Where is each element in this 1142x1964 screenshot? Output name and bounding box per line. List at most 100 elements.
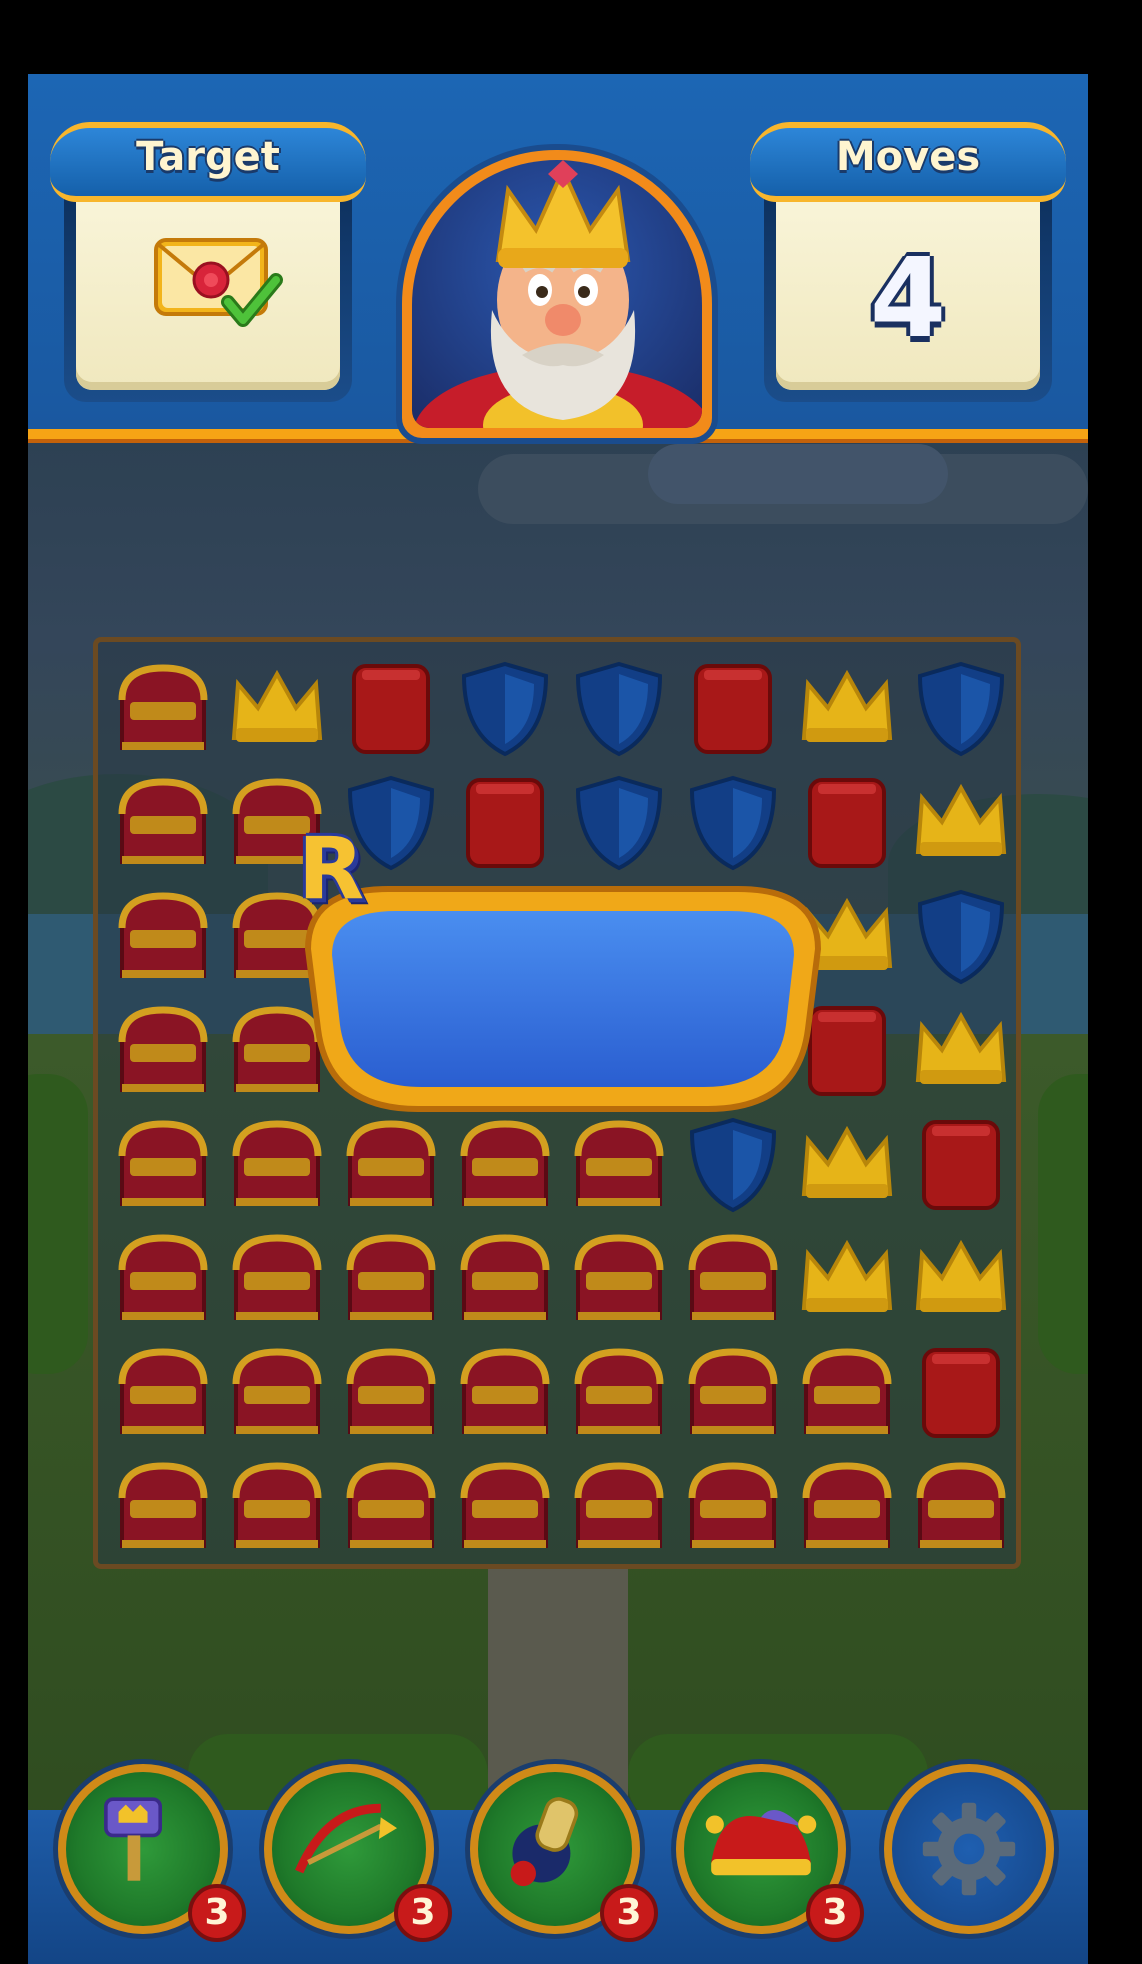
chest-tile[interactable] [106,1220,220,1334]
settings-button[interactable] [884,1764,1054,1934]
crown-tile[interactable] [904,992,1018,1106]
chest-tile[interactable] [334,1448,448,1562]
chest-tile[interactable] [334,1334,448,1448]
chest-icon [118,892,208,978]
hedge [1038,1074,1088,1374]
booster-count: 3 [394,1884,452,1942]
target-ribbon: Target [50,122,366,202]
book-icon [352,664,430,754]
chest-tile[interactable] [448,1448,562,1562]
chest-icon [688,1462,778,1548]
crown-tile[interactable] [790,650,904,764]
book-tile[interactable] [676,650,790,764]
banner-letter: R [298,819,365,919]
book-tile[interactable] [334,650,448,764]
king-avatar [413,160,702,428]
crown-icon [231,669,323,742]
chest-icon [574,1234,664,1320]
level-header: Target 4 Moves [28,74,1088,444]
chest-icon [118,1120,208,1206]
chest-tile[interactable] [562,1448,676,1562]
crown-tile[interactable] [904,764,1018,878]
chest-icon [118,1006,208,1092]
booster-count: 3 [188,1884,246,1942]
chest-icon [916,1462,1006,1548]
chest-icon [688,1348,778,1434]
level-banner: R [268,819,858,1139]
king-portrait [388,114,728,454]
chest-icon [688,1234,778,1320]
crown-icon [915,1239,1007,1312]
chest-icon [118,664,208,750]
shield-icon [917,889,1005,985]
target-panel: Target [50,102,366,407]
shield-tile[interactable] [562,650,676,764]
chest-icon [802,1348,892,1434]
jester-hat-booster[interactable]: 3 [676,1764,864,1942]
chest-tile[interactable] [448,1334,562,1448]
chest-icon [118,1462,208,1548]
booster-count: 3 [806,1884,864,1942]
chest-icon [460,1234,550,1320]
moves-panel: 4 Moves [750,102,1066,407]
chest-tile[interactable] [790,1448,904,1562]
hammer-booster[interactable]: 3 [58,1764,246,1942]
chest-tile[interactable] [106,1334,220,1448]
game-screen: Target 4 Moves R 3 3 3 3 [28,74,1088,1964]
chest-tile[interactable] [790,1334,904,1448]
moves-count: 4 [869,234,947,362]
chest-tile[interactable] [220,1334,334,1448]
chest-icon [346,1348,436,1434]
chest-tile[interactable] [676,1448,790,1562]
shield-tile[interactable] [904,878,1018,992]
booster-count: 3 [600,1884,658,1942]
arrow-booster[interactable]: 3 [264,1764,452,1942]
chest-tile[interactable] [106,650,220,764]
target-card [64,172,352,402]
chest-icon [118,1234,208,1320]
chest-tile[interactable] [106,1448,220,1562]
chest-tile[interactable] [106,764,220,878]
chest-tile[interactable] [106,878,220,992]
chest-icon [346,1234,436,1320]
book-icon [694,664,772,754]
chest-tile[interactable] [220,1448,334,1562]
book-icon [922,1348,1000,1438]
chest-tile[interactable] [562,1220,676,1334]
gear-icon [922,1802,1016,1896]
book-icon [922,1120,1000,1210]
chest-tile[interactable] [676,1334,790,1448]
crown-tile[interactable] [220,650,334,764]
crown-tile[interactable] [904,1220,1018,1334]
chest-tile[interactable] [106,1106,220,1220]
cannon-booster[interactable]: 3 [470,1764,658,1942]
chest-icon [802,1462,892,1548]
crown-icon [915,1011,1007,1084]
chest-tile[interactable] [334,1220,448,1334]
moves-ribbon: Moves [750,122,1066,202]
chest-icon [346,1462,436,1548]
chest-tile[interactable] [106,992,220,1106]
book-tile[interactable] [904,1334,1018,1448]
chest-tile[interactable] [220,1220,334,1334]
chest-icon [232,1348,322,1434]
chest-icon [232,1462,322,1548]
hedge [28,1074,88,1374]
moves-label: Moves [835,134,981,180]
chest-tile[interactable] [904,1448,1018,1562]
moves-card: 4 [764,172,1052,402]
shield-tile[interactable] [448,650,562,764]
crown-tile[interactable] [790,1220,904,1334]
envelope-check-icon [154,238,283,327]
chest-tile[interactable] [448,1220,562,1334]
shield-icon [575,661,663,757]
book-tile[interactable] [904,1106,1018,1220]
chest-icon [118,1348,208,1434]
chest-tile[interactable] [676,1220,790,1334]
chest-icon [232,1234,322,1320]
shield-tile[interactable] [904,650,1018,764]
shield-icon [461,661,549,757]
chest-tile[interactable] [562,1334,676,1448]
target-label: Target [136,134,280,180]
chest-icon [118,778,208,864]
